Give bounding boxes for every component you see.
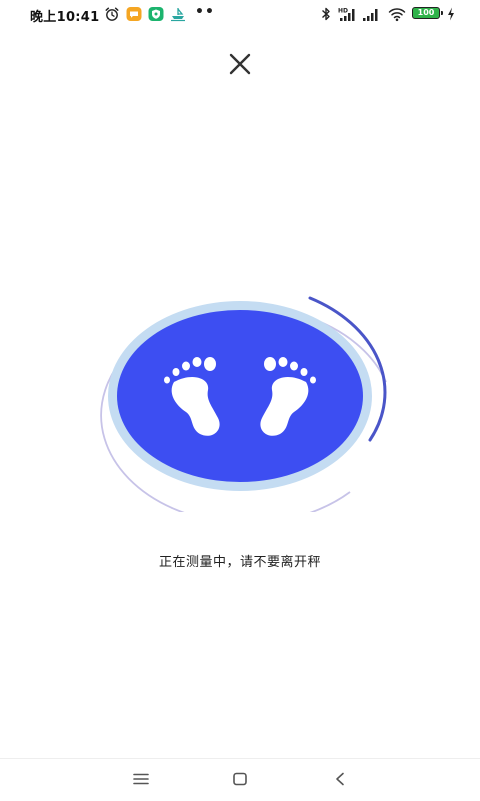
signal-icon (363, 9, 378, 21)
signal-hd-icon: HD (338, 8, 355, 21)
scale-graphic (100, 296, 387, 512)
status-bar: 晚上10:41 •• HD 100 (0, 0, 480, 28)
back-icon (336, 772, 344, 786)
home-icon (233, 772, 247, 786)
alarm-icon (105, 7, 119, 21)
back-button[interactable] (326, 767, 354, 791)
wifi-icon (388, 8, 406, 22)
menu-icon (133, 773, 149, 785)
scale-platform (117, 310, 363, 482)
navigation-bar (0, 758, 480, 801)
battery-level: 100 (417, 8, 435, 17)
more-notifications: •• (195, 4, 215, 20)
chat-app-icon (126, 7, 142, 21)
charging-icon (448, 7, 454, 21)
bluetooth-icon (322, 7, 330, 21)
home-button[interactable] (226, 767, 254, 791)
close-icon (229, 53, 251, 75)
hd-label: HD (338, 8, 348, 15)
security-app-icon (148, 7, 164, 21)
boat-app-icon (171, 8, 185, 22)
close-button[interactable] (224, 48, 256, 80)
measuring-message: 正在测量中，请不要离开秤 (158, 555, 321, 570)
battery-icon: 100 (412, 7, 443, 19)
menu-button[interactable] (127, 767, 155, 791)
status-time: 晚上10:41 (30, 10, 100, 25)
